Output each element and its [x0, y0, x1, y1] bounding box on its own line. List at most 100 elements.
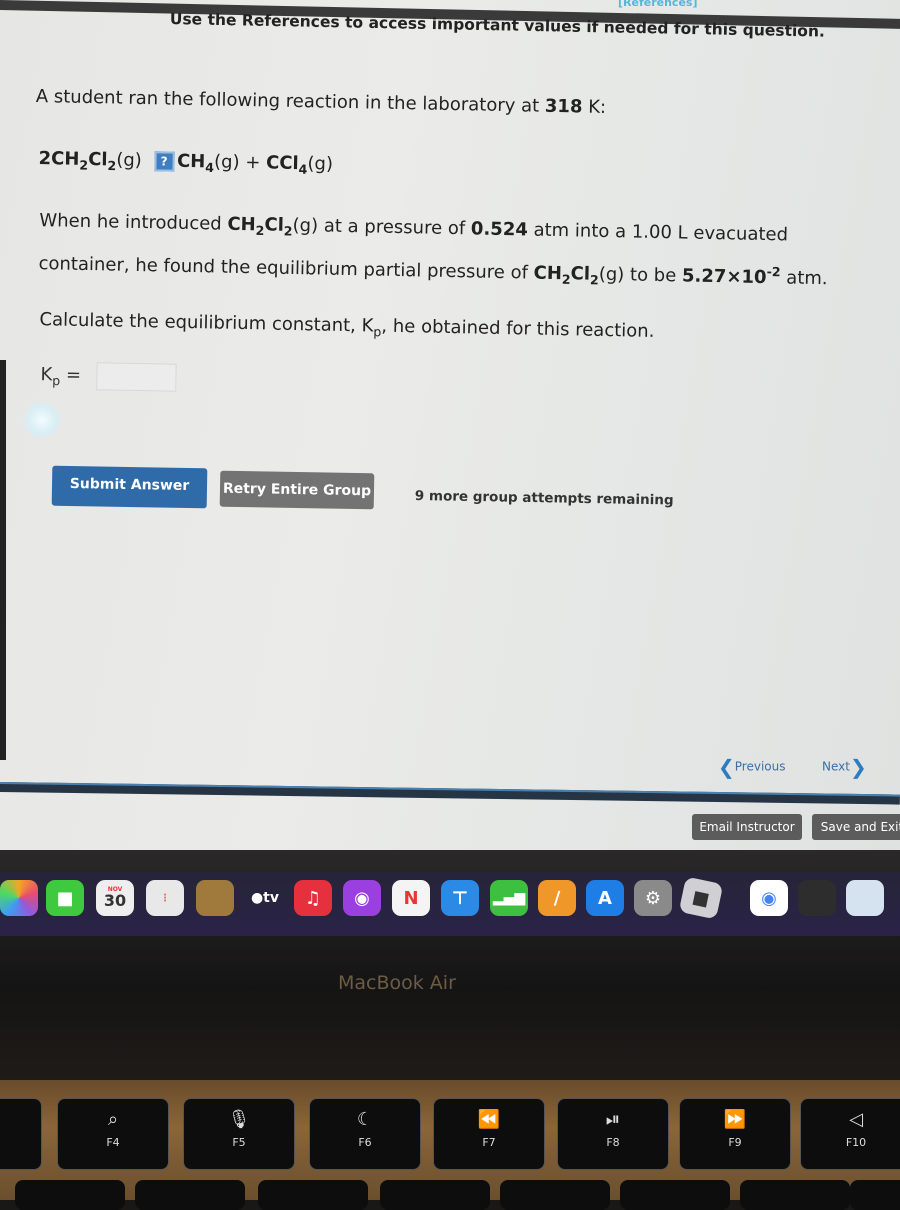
terminal-icon[interactable] — [798, 880, 836, 916]
pages-icon[interactable]: ∕ — [538, 880, 576, 916]
key[interactable] — [380, 1180, 490, 1210]
calendar-day: 30 — [103, 891, 127, 910]
unit: atm. — [780, 267, 828, 290]
key-label: F9 — [728, 1136, 742, 1149]
save-and-exit-button[interactable]: Save and Exit — [812, 814, 900, 840]
app-store-icon[interactable]: A — [586, 880, 624, 916]
exponent: -2 — [766, 264, 781, 280]
question-content: A student ran the following reaction in … — [36, 86, 896, 392]
text: Cl — [570, 263, 591, 285]
footer-divider — [0, 782, 900, 805]
subscript: 4 — [298, 161, 308, 177]
key-label: F5 — [232, 1136, 246, 1149]
reaction-equation: 2CH2Cl2(g) ? CH4(g) + CCl4(g) — [38, 148, 333, 177]
key-f6[interactable]: ☾ F6 — [309, 1098, 421, 1170]
text: When he introduced — [39, 210, 228, 235]
spotlight-icon: ⌕ — [107, 1109, 119, 1130]
species: CH2Cl2 — [533, 263, 599, 288]
chevron-right-icon: ❯ — [849, 755, 867, 779]
text: atm into a 1.00 L evacuated — [527, 219, 789, 246]
preview-icon[interactable] — [846, 880, 884, 916]
email-instructor-button[interactable]: Email Instructor — [692, 814, 802, 840]
contacts-icon[interactable] — [196, 880, 234, 916]
photos-icon[interactable] — [0, 880, 38, 916]
key[interactable] — [740, 1180, 850, 1210]
subscript: 4 — [205, 159, 215, 176]
screen-glare — [22, 402, 62, 438]
play-pause-icon: ⏯ — [605, 1109, 621, 1130]
key[interactable] — [258, 1180, 368, 1210]
key[interactable] — [850, 1180, 900, 1210]
next-label: Next — [822, 759, 850, 774]
reactant-part: Cl — [87, 149, 108, 171]
system-settings-icon[interactable]: ⚙ — [634, 880, 672, 916]
question-paragraph-2: container, he found the equilibrium part… — [38, 250, 828, 292]
equilibrium-arrow-help-icon[interactable]: ? — [153, 151, 175, 172]
text: Cl — [264, 214, 285, 236]
mantissa: 5.27×10 — [681, 265, 767, 289]
numbers-icon[interactable]: ▂▄▆ — [490, 880, 528, 916]
chrome-icon[interactable]: ◉ — [750, 880, 788, 916]
phase: (g) — [307, 153, 334, 175]
key-f4[interactable]: ⌕ F4 — [57, 1098, 169, 1170]
facetime-icon[interactable]: ■ — [46, 880, 84, 916]
question-paragraph-1: When he introduced CH2Cl2(g) at a pressu… — [39, 210, 788, 248]
key[interactable] — [15, 1180, 125, 1210]
microphone-icon: 🎙 — [227, 1109, 251, 1130]
key-f7[interactable]: ⏪ F7 — [433, 1098, 545, 1170]
key-label: F8 — [606, 1136, 620, 1149]
mute-icon: ◁ — [849, 1109, 863, 1130]
previous-label: Previous — [734, 759, 786, 774]
submit-answer-button[interactable]: Submit Answer — [51, 465, 208, 509]
phase: (g) — [292, 214, 319, 237]
intro-text: A student ran the following reaction in … — [35, 86, 546, 117]
retry-entire-group-button[interactable]: Retry Entire Group — [219, 470, 375, 510]
key-label: F7 — [482, 1136, 496, 1149]
keynote-icon[interactable]: ⊤ — [441, 880, 479, 916]
left-edge — [0, 360, 6, 760]
subscript: p — [373, 324, 382, 340]
key-f5[interactable]: 🎙 F5 — [183, 1098, 295, 1170]
fast-forward-icon: ⏩ — [723, 1109, 747, 1130]
answer-row: Kp = — [40, 361, 178, 392]
subscript: 2 — [79, 157, 89, 173]
plus-sign: + — [239, 151, 267, 174]
key[interactable] — [620, 1180, 730, 1210]
text: CH — [227, 213, 256, 236]
key-label: F10 — [845, 1136, 867, 1149]
key[interactable] — [135, 1180, 245, 1210]
key-f3[interactable] — [0, 1098, 42, 1170]
temperature-value: 318 — [544, 95, 583, 118]
calendar-icon[interactable]: NOV 30 — [96, 880, 134, 916]
coefficient: 2 — [38, 148, 52, 170]
subscript: 2 — [255, 222, 265, 239]
next-button[interactable]: Next❯ — [822, 755, 867, 779]
text: , he obtained for this reaction. — [381, 315, 655, 342]
key-f10[interactable]: ◁ F10 — [800, 1098, 900, 1170]
species: CH2Cl2 — [227, 213, 293, 239]
key-label: F4 — [106, 1136, 120, 1149]
subscript: 2 — [561, 271, 571, 287]
phase: (g) — [116, 149, 143, 172]
equilibrium-pressure: 5.27×10-2 — [681, 264, 781, 289]
text: (g) to be — [598, 263, 683, 287]
music-icon[interactable]: ♫ — [294, 880, 332, 916]
kp-answer-input[interactable] — [96, 362, 178, 392]
text: Calculate the equilibrium constant, K — [39, 309, 374, 337]
reminders-icon[interactable]: ⋮ — [146, 880, 184, 916]
key-f9[interactable]: ⏩ F9 — [679, 1098, 791, 1170]
browser-screen: [References] Use the References to acces… — [0, 0, 900, 860]
attempts-remaining: 9 more group attempts remaining — [414, 488, 674, 509]
text: at a pressure of — [317, 215, 472, 240]
key-f8[interactable]: ⏯ F8 — [557, 1098, 669, 1170]
apple-tv-icon[interactable]: ●tv — [246, 880, 284, 916]
key[interactable] — [500, 1180, 610, 1210]
references-link[interactable]: [References] — [618, 0, 697, 9]
temperature-unit: K: — [582, 96, 607, 118]
equals-sign: = — [60, 364, 87, 387]
podcasts-icon[interactable]: ◉ — [343, 880, 381, 916]
phase: (g) — [213, 151, 240, 173]
news-icon[interactable]: N — [392, 880, 430, 916]
roblox-icon[interactable]: ■ — [678, 876, 724, 920]
previous-button[interactable]: ❮Previous — [718, 755, 785, 779]
